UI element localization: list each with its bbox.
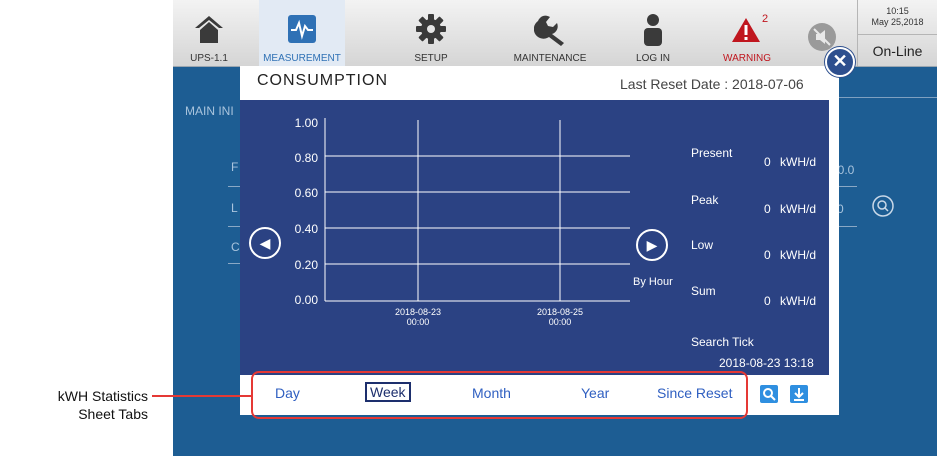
stat-unit: kWH/d (780, 294, 816, 308)
tab-ups[interactable]: UPS-1.1 (173, 0, 245, 66)
stat-value-sum: 0 (764, 294, 771, 308)
section-label: MAIN INI (185, 104, 234, 118)
tab-label: MAINTENANCE (513, 53, 587, 64)
search-tick-value: 2018-08-23 13:18 (719, 356, 814, 370)
home-icon (195, 16, 223, 43)
modal-title: CONSUMPTION (257, 72, 388, 89)
tab-label: LOG IN (636, 53, 670, 64)
next-button[interactable]: ▶ (636, 229, 668, 261)
clock: 10:15 May 25,2018 (857, 0, 937, 34)
y-tick: 0.80 (294, 151, 318, 165)
callout-line-2: Sheet Tabs (78, 406, 148, 422)
y-tick: 0.20 (294, 258, 318, 272)
stat-value-low: 0 (764, 248, 771, 262)
y-tick: 0.00 (294, 293, 318, 307)
x-tick: 2018-08-25 00:00 (530, 307, 590, 327)
download-icon[interactable] (790, 385, 808, 403)
chart-grid (324, 118, 630, 302)
divider (228, 226, 240, 227)
interval-label: By Hour (633, 276, 673, 288)
x-tick-date: 2018-08-23 (394, 307, 442, 317)
tab-login[interactable]: LOG IN (618, 0, 688, 66)
search-icon[interactable] (872, 195, 894, 217)
search-tick-label: Search Tick (691, 335, 754, 349)
wrench-icon (534, 15, 564, 46)
stat-label-present: Present (691, 146, 733, 160)
x-tick-time: 00:00 (406, 317, 430, 327)
x-tick: 2018-08-23 00:00 (388, 307, 448, 327)
y-tick: 0.40 (294, 222, 318, 236)
search-icon[interactable] (760, 385, 778, 403)
row-letter-c: C (231, 240, 240, 254)
waveform-icon (288, 15, 316, 43)
clock-time: 10:15 (886, 6, 909, 16)
close-icon: ✕ (832, 51, 848, 71)
stat-unit: kWH/d (780, 202, 816, 216)
x-tick-time: 00:00 (548, 317, 572, 327)
top-navigation-bar: UPS-1.1 MEASUREMENT SETUP MAINTENANCE LO… (173, 0, 937, 67)
stat-label-low: Low (691, 238, 714, 252)
warning-icon (732, 18, 760, 42)
stat-unit: kWH/d (780, 248, 816, 262)
tab-maintenance[interactable]: MAINTENANCE (500, 0, 600, 66)
callout-line-1: kWH Statistics (57, 388, 148, 404)
gear-icon (416, 14, 446, 44)
y-tick: 1.00 (294, 116, 318, 130)
stat-unit: kWH/d (780, 155, 816, 169)
stat-label-sum: Sum (691, 284, 716, 298)
user-icon (644, 14, 662, 46)
chevron-right-icon: ▶ (646, 237, 658, 253)
tab-label: MEASUREMENT (263, 53, 341, 64)
close-button[interactable]: ✕ (825, 47, 855, 77)
status-badge: On-Line (857, 34, 937, 66)
stat-label-peak: Peak (691, 193, 719, 207)
stat-value-peak: 0 (764, 202, 771, 216)
tab-warning[interactable]: 2 WARNING (707, 0, 787, 66)
row-letter-f: F (231, 160, 239, 174)
previous-button[interactable]: ◀ (249, 227, 281, 259)
tab-label: SETUP (414, 53, 448, 64)
tab-label: UPS-1.1 (190, 53, 228, 64)
clock-date: May 25,2018 (871, 17, 924, 27)
tab-measurement[interactable]: MEASUREMENT (259, 0, 345, 66)
last-reset-date: Last Reset Date : 2018-07-06 (620, 76, 804, 92)
stat-value-present: 0 (764, 155, 771, 169)
divider (228, 263, 240, 264)
divider (228, 186, 240, 187)
callout-line (152, 395, 252, 397)
warning-count-badge: 2 (762, 13, 769, 25)
x-tick-date: 2018-08-25 (536, 307, 584, 317)
callout-label: kWH Statistics Sheet Tabs (38, 387, 148, 423)
tab-setup[interactable]: SETUP (391, 0, 471, 66)
sheet-tabs-highlight (251, 371, 748, 419)
y-tick: 0.60 (294, 186, 318, 200)
row-letter-l: L (231, 201, 238, 215)
tab-label: WARNING (723, 53, 771, 64)
chevron-left-icon: ◀ (259, 235, 271, 251)
